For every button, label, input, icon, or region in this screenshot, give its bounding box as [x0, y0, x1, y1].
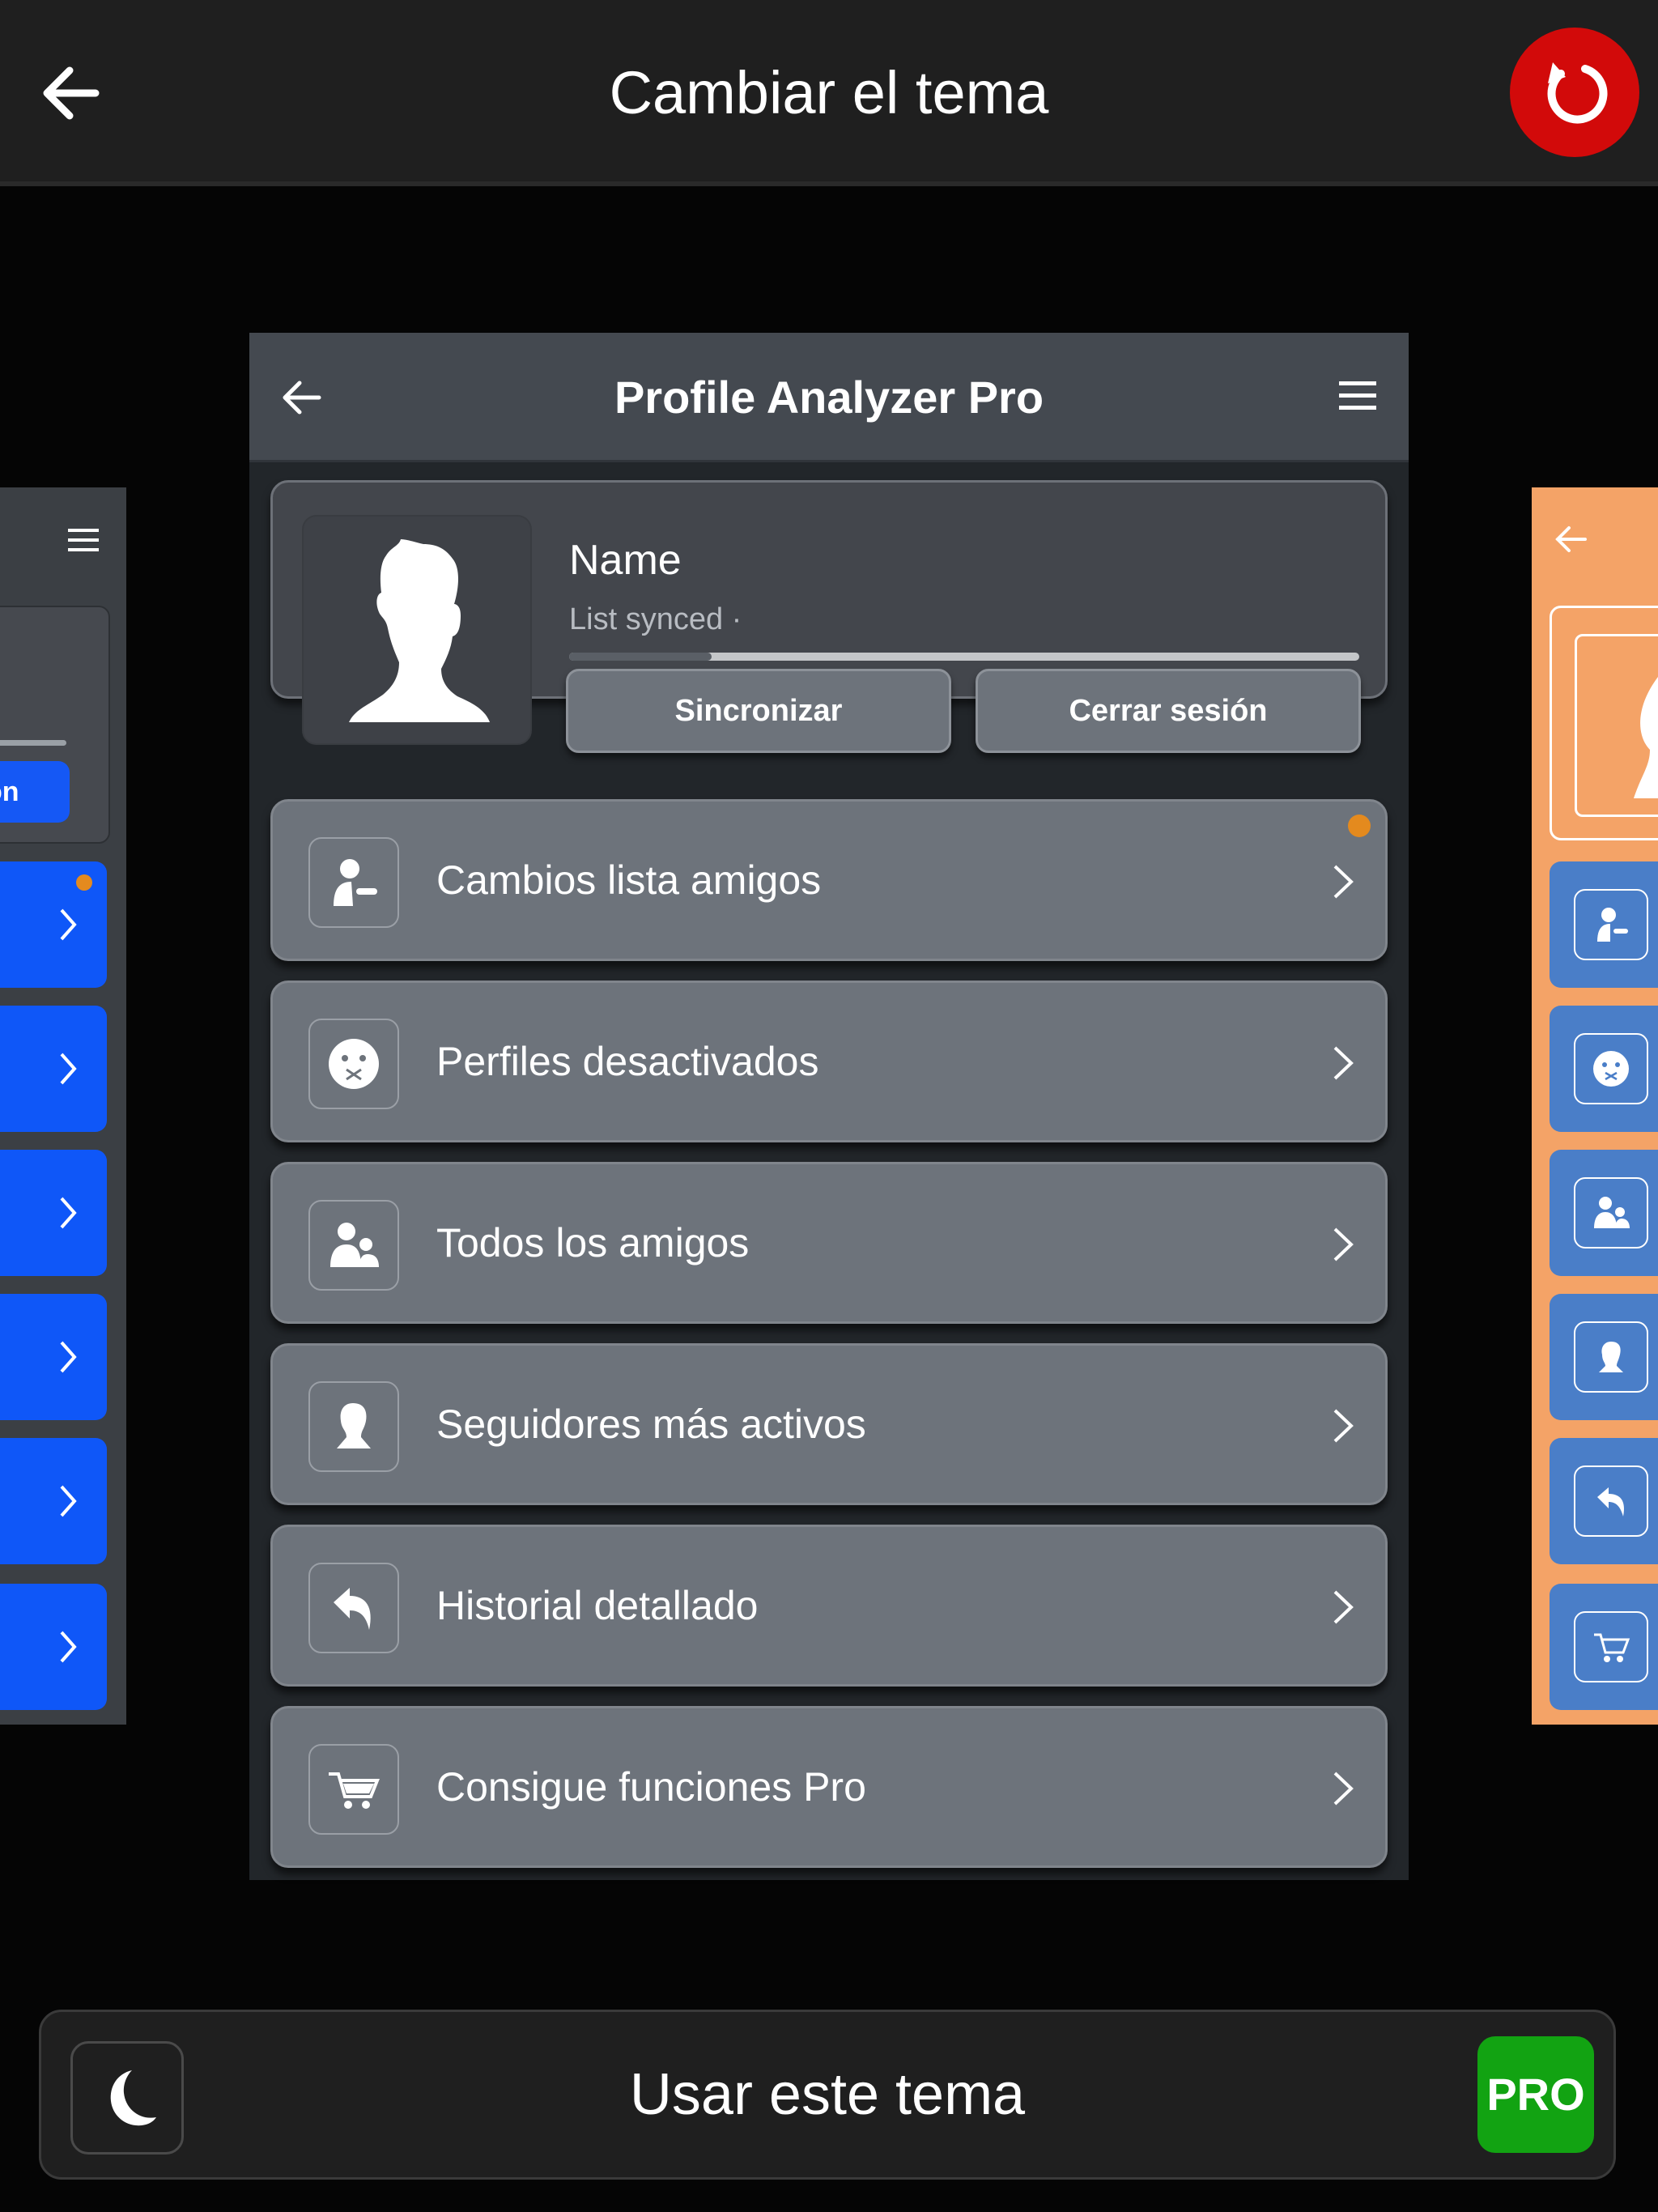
- menu-icon: [1339, 381, 1376, 410]
- right-preview-item: [1550, 1438, 1658, 1564]
- menu-item-detailed-history[interactable]: Historial detallado: [270, 1525, 1388, 1687]
- preview-header: Profile Analyzer Pro: [249, 333, 1409, 462]
- chevron-right-icon: [1333, 1590, 1354, 1624]
- preview-app-title: Profile Analyzer Pro: [614, 372, 1044, 423]
- right-preview-item: [1550, 861, 1658, 988]
- notification-badge-dot: [1348, 815, 1371, 837]
- apply-theme-bar[interactable]: Usar este tema PRO: [39, 2010, 1616, 2180]
- right-preview-item: [1550, 1150, 1658, 1276]
- sync-button[interactable]: Sincronizar: [566, 669, 951, 753]
- deactivated-face-icon: [1574, 1033, 1648, 1104]
- left-preview-item: [0, 1006, 107, 1132]
- right-preview-item: [1550, 1006, 1658, 1132]
- badge-dot: [76, 874, 92, 891]
- top-app-bar: Cambiar el tema: [0, 0, 1658, 186]
- chevron-right-icon: [60, 1197, 77, 1229]
- avatar-silhouette-icon: [349, 539, 490, 722]
- chevron-right-icon: [1333, 1409, 1354, 1443]
- sync-progress-bar: [569, 653, 1359, 661]
- back-arrow-icon: [1555, 526, 1587, 552]
- menu-item-active-followers[interactable]: Seguidores más activos: [270, 1343, 1388, 1505]
- menu-item-get-pro[interactable]: Consigue funciones Pro: [270, 1706, 1388, 1868]
- page-title: Cambiar el tema: [609, 59, 1049, 126]
- sync-status: List synced ·: [569, 602, 742, 636]
- chevron-right-icon: [60, 1631, 77, 1663]
- menu-item-label: Consigue funciones Pro: [436, 1764, 866, 1810]
- chevron-right-icon: [1333, 865, 1354, 899]
- right-preview-profile-card: [1550, 606, 1658, 840]
- theme-preview-current: Profile Analyzer Pro Name List synced · …: [249, 333, 1409, 1880]
- avatar-frame: [1575, 634, 1658, 817]
- left-preview-progress: [0, 740, 66, 746]
- menu-item-label: Cambios lista amigos: [436, 857, 822, 903]
- chevron-right-icon: [60, 1341, 77, 1373]
- menu-item-label: Seguidores más activos: [436, 1402, 866, 1447]
- profile-card: Name List synced · Sincronizar Cerrar se…: [270, 480, 1388, 753]
- friend-changes-icon: [1574, 889, 1648, 960]
- chevron-right-icon: [60, 1053, 77, 1085]
- left-preview-item: [0, 1584, 107, 1710]
- left-preview-header: [0, 487, 126, 588]
- left-preview-profile-card: on: [0, 606, 110, 844]
- left-preview-item: [0, 1150, 107, 1276]
- chevron-right-icon: [60, 908, 77, 941]
- chevron-right-icon: [1333, 1046, 1354, 1080]
- menu-item-friend-changes[interactable]: Cambios lista amigos: [270, 799, 1388, 961]
- left-preview-item: [0, 1294, 107, 1420]
- sync-progress-fill: [569, 653, 712, 661]
- avatar-icon: [1634, 677, 1658, 798]
- use-theme-label: Usar este tema: [629, 2062, 1026, 2127]
- profile-name: Name: [569, 537, 682, 584]
- active-follower-icon: [308, 1381, 399, 1472]
- right-preview-item: [1550, 1584, 1658, 1710]
- chevron-right-icon: [1333, 1227, 1354, 1261]
- menu-item-deactivated-profiles[interactable]: Perfiles desactivados: [270, 981, 1388, 1142]
- theme-preview-left[interactable]: on: [0, 487, 126, 1725]
- left-preview-button: on: [0, 761, 70, 823]
- menu-item-all-friends[interactable]: Todos los amigos: [270, 1162, 1388, 1324]
- chevron-right-icon: [1333, 1772, 1354, 1806]
- friend-changes-icon: [308, 837, 399, 928]
- menu-item-label: Perfiles desactivados: [436, 1039, 819, 1084]
- active-follower-icon: [1574, 1321, 1648, 1393]
- logout-button[interactable]: Cerrar sesión: [976, 669, 1361, 753]
- deactivated-face-icon: [308, 1019, 399, 1109]
- left-preview-item: [0, 861, 107, 988]
- theme-preview-right[interactable]: [1532, 487, 1658, 1725]
- right-preview-item: [1550, 1294, 1658, 1420]
- cart-icon: [1574, 1611, 1648, 1682]
- menu-icon: [68, 529, 99, 551]
- menu-item-label: Todos los amigos: [436, 1220, 750, 1266]
- cart-icon: [308, 1744, 399, 1835]
- pro-badge: PRO: [1477, 2036, 1594, 2153]
- chevron-right-icon: [60, 1485, 77, 1517]
- history-reply-icon: [1574, 1465, 1648, 1537]
- reset-theme-button[interactable]: [1510, 28, 1639, 157]
- friends-group-icon: [308, 1200, 399, 1291]
- avatar: [302, 515, 532, 745]
- history-reply-icon: [308, 1563, 399, 1653]
- left-preview-item: [0, 1438, 107, 1564]
- reset-icon: [1547, 62, 1608, 124]
- friends-group-icon: [1574, 1177, 1648, 1249]
- menu-item-label: Historial detallado: [436, 1583, 759, 1628]
